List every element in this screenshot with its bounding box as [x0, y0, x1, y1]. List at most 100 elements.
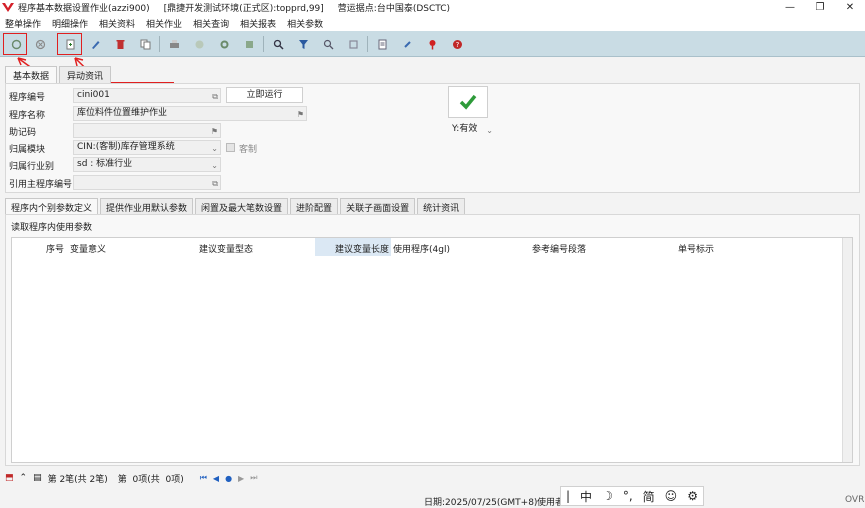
document-icon[interactable] — [374, 36, 390, 52]
close-icon[interactable]: ✕ — [835, 0, 865, 15]
valid-status-button[interactable] — [448, 86, 488, 118]
export-icon[interactable] — [191, 36, 207, 52]
help-icon[interactable]: ? — [449, 36, 465, 52]
toolbar: ? — [0, 31, 865, 57]
tab-subscreen-settings[interactable]: 关联子画面设置 — [340, 198, 416, 214]
next-record-icon[interactable]: ▶ — [238, 474, 244, 483]
params-table[interactable]: 序号 变量意义 建议变量型态 建议变量长度 使用程序(4gl) 参考编号段落 单… — [11, 237, 853, 463]
section-title: 读取程序内使用参数 — [11, 223, 93, 233]
flag-icon[interactable]: ⚑ — [297, 108, 304, 121]
module-label: 归属模块 — [9, 145, 46, 155]
ime-handle-icon[interactable]: | — [566, 489, 570, 503]
attachment-icon[interactable] — [241, 36, 257, 52]
window-title: 程序基本数据设置作业(azzi900) — [18, 4, 150, 14]
industry-select[interactable]: sd : 标准行业 ⌄ — [73, 157, 221, 172]
advanced-search-icon[interactable] — [320, 36, 336, 52]
custom-checkbox[interactable] — [226, 143, 235, 152]
item-counter: 第 0项(共 0项) — [117, 474, 184, 485]
filter-icon[interactable] — [295, 36, 311, 52]
program-name-field[interactable]: 库位料件位置维护作业 ⚑ — [73, 106, 307, 121]
collapse-icon[interactable]: ⌃ — [20, 473, 28, 483]
menu-item-detail-ops[interactable]: 明细操作 — [52, 17, 88, 30]
edit-icon[interactable] — [87, 36, 103, 52]
menu-item-whole-ops[interactable]: 整单操作 — [5, 17, 41, 30]
restore-icon[interactable]: ❐ — [805, 0, 835, 15]
chevron-down-icon[interactable]: ⌄ — [486, 124, 493, 137]
module-select[interactable]: CIN:(客制)库存管理系统 ⌄ — [73, 140, 221, 155]
main-program-label: 引用主程序编号 — [9, 180, 73, 190]
column-header-seq[interactable]: 序号 — [46, 242, 64, 255]
program-name-label: 程序名称 — [9, 111, 46, 121]
tab-change-info[interactable]: 异动资讯 — [59, 66, 112, 83]
tab-default-params[interactable]: 提供作业用默认参数 — [100, 198, 194, 214]
search-icon[interactable] — [270, 36, 286, 52]
link-icon[interactable] — [399, 36, 415, 52]
lookup-icon[interactable]: ⧉ — [212, 177, 218, 190]
gear-icon[interactable]: ⚙ — [687, 489, 698, 503]
top-tabs: 基本数据 异动资讯 — [5, 66, 113, 83]
menu-item-related-reports[interactable]: 相关报表 — [240, 17, 276, 30]
first-record-icon[interactable]: ⏮ — [200, 473, 207, 483]
run-now-button[interactable]: 立即运行 — [226, 87, 303, 103]
minimize-icon[interactable]: — — [775, 0, 805, 15]
query-icon[interactable] — [8, 36, 24, 52]
tab-basic-data[interactable]: 基本数据 — [5, 66, 58, 83]
detail-tabs: 程序内个别参数定义 提供作业用默认参数 闲置及最大笔数设置 进阶配置 关联子画面… — [5, 198, 467, 214]
chevron-down-icon[interactable]: ⌄ — [211, 159, 218, 172]
status-date: 日期:2025/07/25(GMT+8) — [424, 498, 538, 508]
moon-icon[interactable]: ☽ — [602, 489, 613, 503]
new-record-icon[interactable] — [62, 36, 78, 52]
memo-label: 助记码 — [9, 128, 37, 138]
delete-icon[interactable] — [112, 36, 128, 52]
location-pin-icon[interactable] — [424, 36, 440, 52]
last-record-icon[interactable]: ⏭ — [250, 473, 257, 483]
record-counter: 第 2笔(共 2笔) — [47, 474, 108, 485]
tab-param-definition[interactable]: 程序内个别参数定义 — [5, 198, 99, 214]
title-bar: 程序基本数据设置作业(azzi900) [鼎捷开发测试环境(正式区):toppr… — [0, 0, 865, 15]
column-header-doc-flag[interactable]: 单号标示 — [678, 242, 714, 255]
main-program-field[interactable]: ⧉ — [73, 175, 221, 190]
list-icon[interactable]: ▤ — [33, 473, 42, 483]
ime-chinese-mode[interactable]: 中 — [580, 488, 592, 505]
ime-simplified-mode[interactable]: 简 — [643, 488, 655, 505]
status-ovr: OVR — [845, 495, 865, 505]
program-no-label: 程序编号 — [9, 93, 46, 103]
chevron-down-icon[interactable]: ⌄ — [211, 142, 218, 155]
refresh-icon[interactable] — [345, 36, 361, 52]
vertical-scrollbar[interactable] — [842, 238, 852, 462]
column-header-ref-segment[interactable]: 参考编号段落 — [532, 242, 586, 255]
detail-panel: 读取程序内使用参数 序号 变量意义 建议变量型态 建议变量长度 使用程序(4gl… — [5, 214, 860, 466]
exit-icon[interactable]: ⬒ — [5, 473, 14, 483]
status-bar: 日期:2025/07/25(GMT+8) 使用者 OVR — [0, 490, 865, 508]
column-header-var-length[interactable]: 建议变量长度 — [335, 242, 389, 255]
app-logo-icon — [2, 2, 14, 12]
tab-idle-max-records[interactable]: 闲置及最大笔数设置 — [195, 198, 289, 214]
menu-item-related-params[interactable]: 相关参数 — [287, 17, 323, 30]
prev-record-icon[interactable]: ◀ — [213, 474, 219, 483]
record-navigator: ⬒ ⌃ ▤ 第 2笔(共 2笔) 第 0项(共 0项) ⏮ ◀ ● ▶ ⏭ — [5, 470, 263, 486]
status-select[interactable]: Y:有效 ⌄ — [448, 122, 496, 137]
menu-item-related-query[interactable]: 相关查询 — [193, 17, 229, 30]
column-header-var-type[interactable]: 建议变量型态 — [199, 242, 253, 255]
punctuation-icon[interactable]: °, — [623, 489, 633, 503]
lookup-icon[interactable]: ⧉ — [212, 90, 218, 103]
flag-icon[interactable]: ⚑ — [211, 125, 218, 138]
form-panel: 程序编号 cini001 ⧉ 立即运行 程序名称 库位料件位置维护作业 ⚑ 助记码 … — [5, 83, 860, 193]
tab-advanced-config[interactable]: 进阶配置 — [290, 198, 339, 214]
memo-field[interactable]: ⚑ — [73, 123, 221, 138]
clear-icon[interactable] — [32, 36, 48, 52]
window-env: [鼎捷开发测试环境(正式区):topprd,99] — [163, 4, 324, 14]
current-record-icon[interactable]: ● — [225, 474, 232, 483]
menu-item-related-jobs[interactable]: 相关作业 — [146, 17, 182, 30]
tab-statistics[interactable]: 统计资讯 — [417, 198, 466, 214]
print-icon[interactable] — [166, 36, 182, 52]
table-header: 序号 变量意义 建议变量型态 建议变量长度 使用程序(4gl) 参考编号段落 单… — [12, 238, 852, 256]
settings-icon[interactable] — [216, 36, 232, 52]
menu-item-related-data[interactable]: 相关资料 — [99, 17, 135, 30]
industry-label: 归属行业别 — [9, 162, 55, 172]
program-no-field[interactable]: cini001 ⧉ — [73, 88, 221, 103]
column-header-var-meaning[interactable]: 变量意义 — [70, 242, 106, 255]
column-header-program[interactable]: 使用程序(4gl) — [393, 242, 450, 255]
emoji-icon[interactable]: ☺ — [665, 489, 678, 503]
copy-icon[interactable] — [137, 36, 153, 52]
